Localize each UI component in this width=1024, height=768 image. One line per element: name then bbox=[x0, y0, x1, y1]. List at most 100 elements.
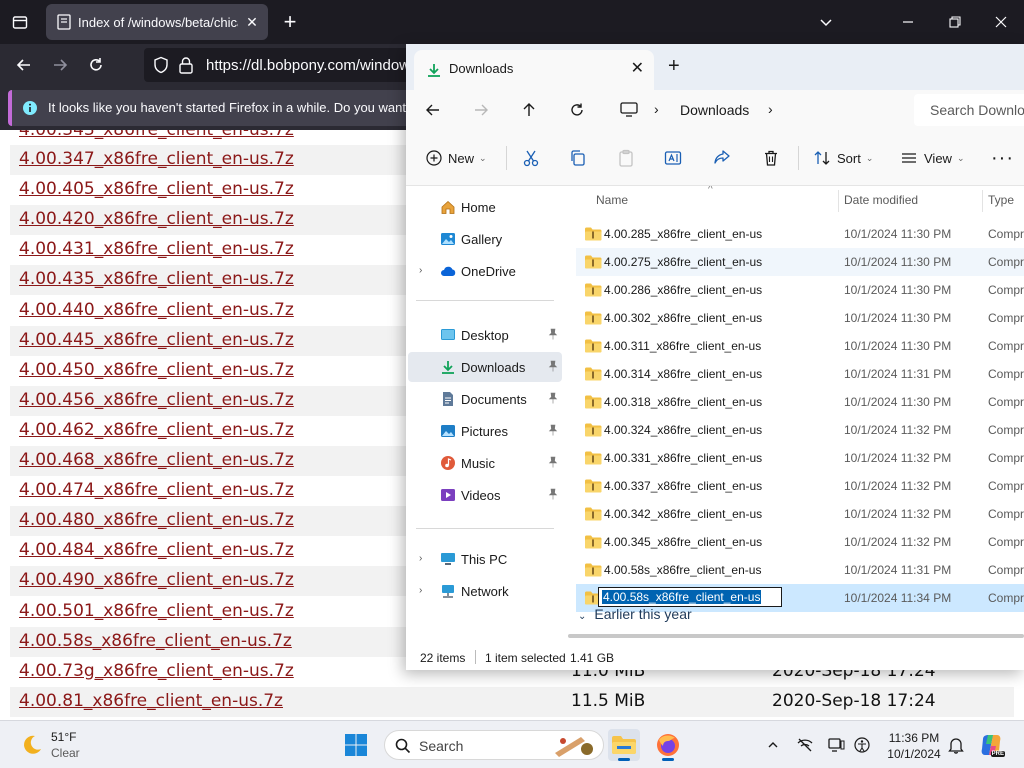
file-row[interactable]: 4.00.302_x86fre_client_en-us 10/1/2024 11… bbox=[576, 304, 1024, 332]
taskbar-search[interactable]: Search bbox=[384, 730, 604, 760]
back-arrow-icon[interactable] bbox=[423, 100, 443, 120]
nav-item-gallery[interactable]: Gallery bbox=[408, 224, 562, 254]
rename-input[interactable]: 4.00.58s_x86fre_client_en-us bbox=[598, 587, 782, 607]
nav-item-pictures[interactable]: Pictures bbox=[408, 416, 562, 446]
browser-tab[interactable]: Index of /windows/beta/chicago ✕ bbox=[46, 4, 268, 40]
cut-button[interactable] bbox=[522, 146, 540, 170]
close-tab-icon[interactable]: ✕ bbox=[244, 14, 260, 30]
column-separator[interactable] bbox=[838, 190, 839, 212]
back-arrow-icon[interactable] bbox=[12, 53, 36, 77]
share-button[interactable] bbox=[713, 146, 731, 170]
file-link[interactable]: 4.00.343_x86fre_client_en-us.7z bbox=[19, 130, 294, 140]
chevron-right-icon[interactable]: › bbox=[654, 101, 659, 117]
file-link[interactable]: 4.00.405_x86fre_client_en-us.7z bbox=[19, 179, 294, 199]
notification-bell-icon[interactable] bbox=[946, 735, 966, 755]
breadcrumb[interactable]: › Downloads › bbox=[608, 94, 908, 126]
file-link[interactable]: 4.00.73g_x86fre_client_en-us.7z bbox=[19, 661, 294, 681]
file-explorer-taskbar-icon[interactable] bbox=[608, 729, 640, 761]
file-link[interactable]: 4.00.81_x86fre_client_en-us.7z bbox=[19, 691, 283, 711]
explorer-tab-downloads[interactable]: Downloads ✕ bbox=[414, 50, 654, 90]
firefox-taskbar-icon[interactable] bbox=[652, 729, 684, 761]
list-all-tabs-icon[interactable] bbox=[6, 8, 34, 36]
file-link[interactable]: 4.00.431_x86fre_client_en-us.7z bbox=[19, 239, 294, 259]
nav-item-documents[interactable]: Documents bbox=[408, 384, 562, 414]
rename-button[interactable] bbox=[664, 146, 682, 170]
forward-arrow-icon[interactable] bbox=[48, 53, 72, 77]
file-link[interactable]: 4.00.480_x86fre_client_en-us.7z bbox=[19, 510, 294, 530]
file-link[interactable]: 4.00.58s_x86fre_client_en-us.7z bbox=[19, 631, 292, 651]
file-row[interactable]: 4.00.342_x86fre_client_en-us 10/1/2024 11… bbox=[576, 500, 1024, 528]
column-name[interactable]: Name bbox=[596, 193, 628, 207]
file-link[interactable]: 4.00.347_x86fre_client_en-us.7z bbox=[19, 149, 294, 169]
file-row[interactable]: 4.00.345_x86fre_client_en-us 10/1/2024 11… bbox=[576, 528, 1024, 556]
file-row[interactable]: 4.00.275_x86fre_client_en-us 10/1/2024 11… bbox=[576, 248, 1024, 276]
minimize-icon[interactable] bbox=[898, 12, 918, 32]
column-separator[interactable] bbox=[982, 190, 983, 212]
breadcrumb-downloads[interactable]: Downloads bbox=[680, 102, 749, 118]
file-row[interactable]: 4.00.318_x86fre_client_en-us 10/1/2024 11… bbox=[576, 388, 1024, 416]
tab-list-chevron-icon[interactable] bbox=[816, 12, 836, 32]
chevron-right-icon[interactable]: › bbox=[419, 585, 422, 596]
nav-item-videos[interactable]: Videos bbox=[408, 480, 562, 510]
nav-item-network[interactable]: › Network bbox=[408, 576, 562, 606]
chevron-up-icon[interactable] bbox=[763, 735, 783, 755]
column-type[interactable]: Type bbox=[988, 193, 1014, 207]
search-input[interactable]: Search Downloads bbox=[914, 94, 1024, 126]
nav-item-downloads[interactable]: Downloads bbox=[408, 352, 562, 382]
file-row[interactable]: 4.00.58s_x86fre_client_en-us 10/1/2024 11… bbox=[576, 556, 1024, 584]
lock-icon[interactable] bbox=[178, 56, 194, 74]
group-header-earlier[interactable]: ⌄ Earlier this year bbox=[578, 606, 692, 622]
file-row[interactable]: 4.00.337_x86fre_client_en-us 10/1/2024 11… bbox=[576, 472, 1024, 500]
new-button[interactable]: New ⌄ bbox=[426, 146, 487, 170]
new-tab-icon[interactable]: + bbox=[276, 8, 304, 36]
file-link[interactable]: 4.00.490_x86fre_client_en-us.7z bbox=[19, 570, 294, 590]
new-tab-icon[interactable]: + bbox=[668, 56, 680, 76]
file-row[interactable]: 4.00.285_x86fre_client_en-us 10/1/2024 11… bbox=[576, 220, 1024, 248]
file-link[interactable]: 4.00.445_x86fre_client_en-us.7z bbox=[19, 330, 294, 350]
paste-button[interactable] bbox=[617, 146, 635, 170]
file-link[interactable]: 4.00.420_x86fre_client_en-us.7z bbox=[19, 209, 294, 229]
file-link[interactable]: 4.00.484_x86fre_client_en-us.7z bbox=[19, 540, 294, 560]
file-link[interactable]: 4.00.450_x86fre_client_en-us.7z bbox=[19, 360, 294, 380]
file-row[interactable]: 4.00.324_x86fre_client_en-us 10/1/2024 11… bbox=[576, 416, 1024, 444]
nav-item-desktop[interactable]: Desktop bbox=[408, 320, 562, 350]
horizontal-scrollbar[interactable] bbox=[568, 634, 1024, 638]
delete-button[interactable] bbox=[762, 146, 780, 170]
refresh-icon[interactable] bbox=[567, 100, 587, 120]
nav-item-home[interactable]: Home bbox=[408, 192, 562, 222]
file-link[interactable]: 4.00.462_x86fre_client_en-us.7z bbox=[19, 420, 294, 440]
copilot-icon[interactable]: PRE bbox=[977, 731, 1005, 759]
restore-icon[interactable] bbox=[945, 12, 965, 32]
nav-item-this-pc[interactable]: › This PC bbox=[408, 544, 562, 574]
close-tab-icon[interactable]: ✕ bbox=[631, 60, 644, 78]
close-window-icon[interactable] bbox=[991, 12, 1011, 32]
monitor-icon[interactable] bbox=[620, 102, 638, 118]
view-button[interactable]: View ⌄ bbox=[900, 146, 965, 170]
up-arrow-icon[interactable] bbox=[519, 100, 539, 120]
file-link[interactable]: 4.00.468_x86fre_client_en-us.7z bbox=[19, 450, 294, 470]
accessibility-icon[interactable] bbox=[852, 735, 872, 755]
file-link[interactable]: 4.00.435_x86fre_client_en-us.7z bbox=[19, 269, 294, 289]
nav-item-music[interactable]: Music bbox=[408, 448, 562, 478]
shield-icon[interactable] bbox=[152, 56, 170, 74]
network-disconnected-icon[interactable] bbox=[795, 735, 815, 755]
file-link[interactable]: 4.00.440_x86fre_client_en-us.7z bbox=[19, 300, 294, 320]
file-link[interactable]: 4.00.456_x86fre_client_en-us.7z bbox=[19, 390, 294, 410]
reload-icon[interactable] bbox=[84, 53, 108, 77]
column-date-modified[interactable]: Date modified bbox=[844, 193, 918, 207]
file-row[interactable]: 4.00.314_x86fre_client_en-us 10/1/2024 11… bbox=[576, 360, 1024, 388]
display-icon[interactable] bbox=[826, 735, 846, 755]
file-row[interactable]: 4.00.286_x86fre_client_en-us 10/1/2024 11… bbox=[576, 276, 1024, 304]
chevron-right-icon[interactable]: › bbox=[768, 101, 773, 117]
file-row[interactable]: 4.00.311_x86fre_client_en-us 10/1/2024 11… bbox=[576, 332, 1024, 360]
copy-button[interactable] bbox=[569, 146, 587, 170]
nav-item-onedrive[interactable]: › OneDrive bbox=[408, 256, 562, 286]
chevron-right-icon[interactable]: › bbox=[419, 265, 422, 276]
sort-button[interactable]: Sort ⌄ bbox=[813, 146, 873, 170]
weather-widget[interactable]: 51°F Clear bbox=[18, 729, 138, 763]
more-options-icon[interactable]: ··· bbox=[991, 146, 1014, 170]
start-button[interactable] bbox=[340, 729, 372, 761]
file-link[interactable]: 4.00.501_x86fre_client_en-us.7z bbox=[19, 601, 294, 621]
forward-arrow-icon[interactable] bbox=[471, 100, 491, 120]
file-link[interactable]: 4.00.474_x86fre_client_en-us.7z bbox=[19, 480, 294, 500]
